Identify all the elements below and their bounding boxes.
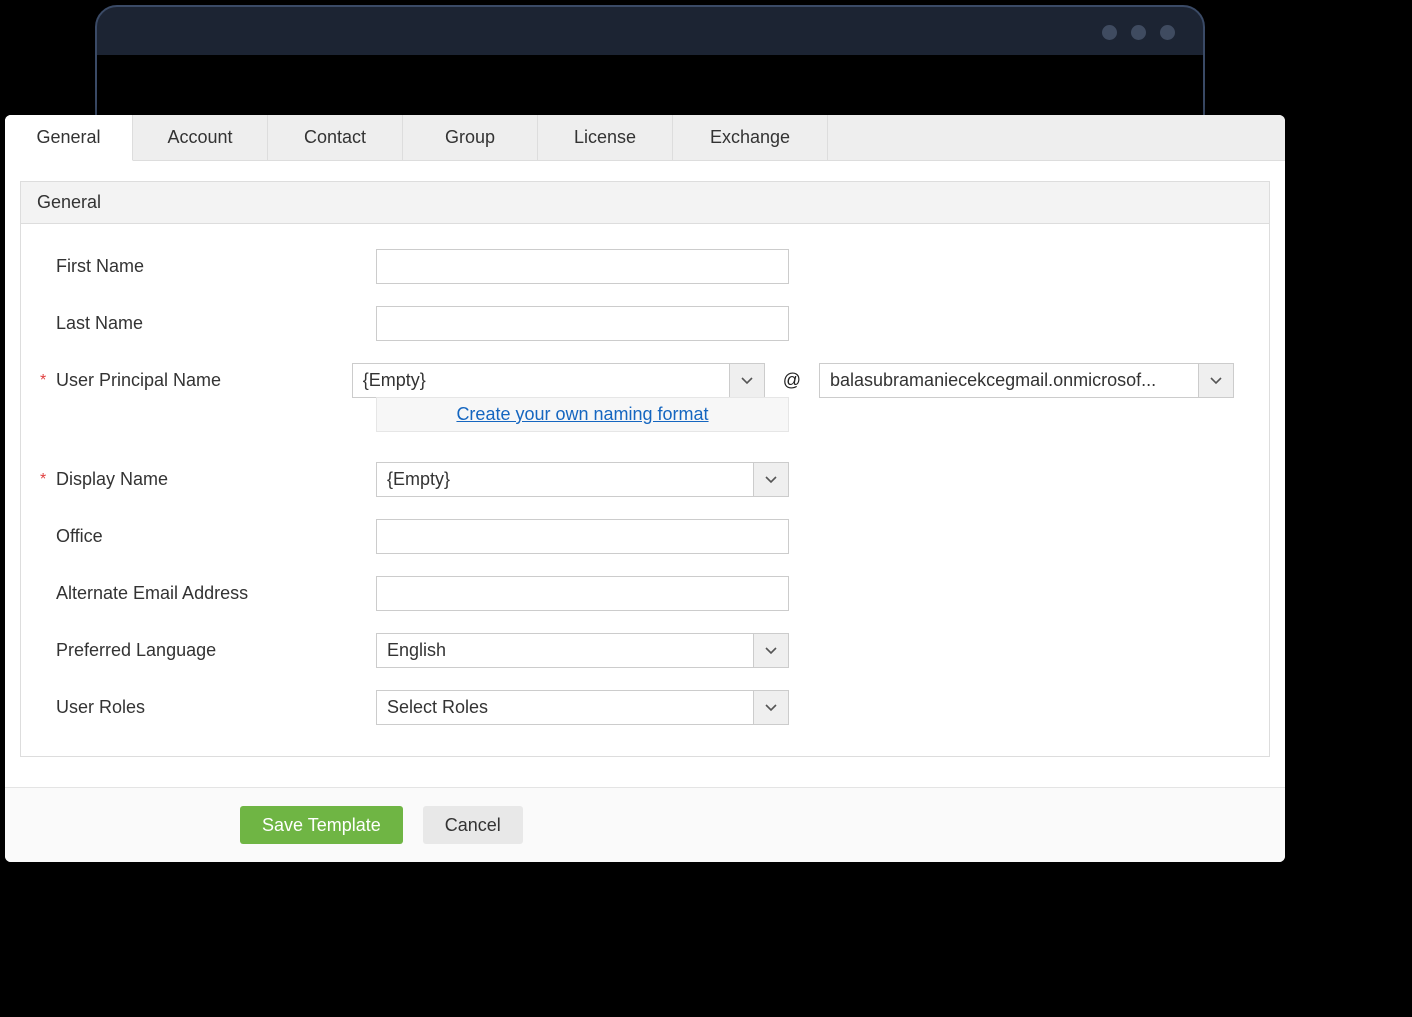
row-upn: * User Principal Name {Empty} @ balasubr <box>56 363 1234 398</box>
upn-label: * User Principal Name <box>56 370 352 391</box>
upn-label-text: User Principal Name <box>56 370 221 390</box>
user-roles-combo[interactable]: Select Roles <box>376 690 789 725</box>
tab-row: General Account Contact Group License Ex… <box>5 115 1285 161</box>
save-template-button[interactable]: Save Template <box>240 806 403 844</box>
row-alt-email: Alternate Email Address <box>56 576 1234 611</box>
footer-bar: Save Template Cancel <box>5 787 1285 862</box>
panel-body: First Name Last Name * User Principal Na… <box>21 224 1269 756</box>
window-control-dot[interactable] <box>1102 25 1117 40</box>
cancel-button[interactable]: Cancel <box>423 806 523 844</box>
office-label: Office <box>56 526 376 547</box>
at-symbol: @ <box>783 370 801 391</box>
tab-license[interactable]: License <box>538 115 673 160</box>
first-name-label: First Name <box>56 256 376 277</box>
display-name-combo[interactable]: {Empty} <box>376 462 789 497</box>
tab-account[interactable]: Account <box>133 115 268 160</box>
window-control-dot[interactable] <box>1131 25 1146 40</box>
display-name-label: * Display Name <box>56 469 376 490</box>
row-last-name: Last Name <box>56 306 1234 341</box>
pref-lang-label: Preferred Language <box>56 640 376 661</box>
pref-lang-dropdown-button[interactable] <box>753 633 789 668</box>
display-name-dropdown-button[interactable] <box>753 462 789 497</box>
alt-email-label: Alternate Email Address <box>56 583 376 604</box>
chevron-down-icon <box>1210 377 1222 385</box>
user-roles-label: User Roles <box>56 697 376 718</box>
display-name-label-text: Display Name <box>56 469 168 489</box>
content-area: General First Name Last Name * <box>5 161 1285 787</box>
upn-combo[interactable]: {Empty} <box>352 363 765 398</box>
pref-lang-combo[interactable]: English <box>376 633 789 668</box>
display-name-value[interactable]: {Empty} <box>376 462 753 497</box>
tab-contact[interactable]: Contact <box>268 115 403 160</box>
alt-email-input[interactable] <box>376 576 789 611</box>
upn-domain-combo[interactable]: balasubramaniecekcegmail.onmicrosof... <box>819 363 1234 398</box>
upn-domain-dropdown-button[interactable] <box>1198 363 1234 398</box>
chevron-down-icon <box>765 704 777 712</box>
general-panel: General First Name Last Name * <box>20 181 1270 757</box>
chevron-down-icon <box>765 476 777 484</box>
chevron-down-icon <box>765 647 777 655</box>
naming-format-link-container: Create your own naming format <box>376 397 789 432</box>
user-roles-dropdown-button[interactable] <box>753 690 789 725</box>
row-naming-link: Create your own naming format <box>56 398 1234 432</box>
upn-value[interactable]: {Empty} <box>352 363 729 398</box>
first-name-input[interactable] <box>376 249 789 284</box>
row-pref-lang: Preferred Language English <box>56 633 1234 668</box>
upn-dropdown-button[interactable] <box>729 363 765 398</box>
tab-general[interactable]: General <box>5 115 133 161</box>
row-first-name: First Name <box>56 249 1234 284</box>
user-roles-value[interactable]: Select Roles <box>376 690 753 725</box>
tab-group[interactable]: Group <box>403 115 538 160</box>
row-office: Office <box>56 519 1234 554</box>
required-star: * <box>40 372 46 390</box>
panel-header: General <box>21 182 1269 224</box>
last-name-label: Last Name <box>56 313 376 334</box>
upn-domain-value[interactable]: balasubramaniecekcegmail.onmicrosof... <box>819 363 1198 398</box>
naming-format-link[interactable]: Create your own naming format <box>456 404 708 425</box>
row-user-roles: User Roles Select Roles <box>56 690 1234 725</box>
window-control-dot[interactable] <box>1160 25 1175 40</box>
tab-exchange[interactable]: Exchange <box>673 115 828 160</box>
last-name-input[interactable] <box>376 306 789 341</box>
required-star: * <box>40 471 46 489</box>
office-input[interactable] <box>376 519 789 554</box>
pref-lang-value[interactable]: English <box>376 633 753 668</box>
dialog-window: General Account Contact Group License Ex… <box>5 115 1285 862</box>
row-display-name: * Display Name {Empty} <box>56 462 1234 497</box>
chevron-down-icon <box>741 377 753 385</box>
browser-titlebar <box>97 7 1203 57</box>
